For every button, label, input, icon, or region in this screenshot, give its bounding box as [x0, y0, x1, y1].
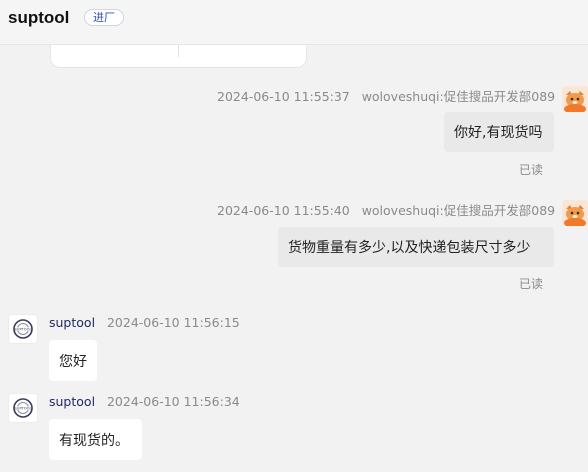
- message-meta: 2024-06-10 11:55:40 woloveshuqi:促佳搜品开发部0…: [217, 200, 555, 219]
- message-sender: suptool: [49, 394, 96, 409]
- message-bubble-incoming[interactable]: 您好: [49, 340, 97, 381]
- message-bubble-incoming[interactable]: 有现货的。: [49, 419, 142, 460]
- read-status: 已读: [519, 163, 544, 177]
- seller-avatar[interactable]: SUPTOOL: [8, 314, 38, 344]
- message-sender: woloveshuqi:促佳搜品开发部089: [361, 203, 556, 218]
- seller-avatar[interactable]: SUPTOOL: [8, 393, 38, 423]
- svg-text:SUPTOOL: SUPTOOL: [15, 328, 32, 332]
- message-timestamp: 2024-06-10 11:55:40: [217, 203, 350, 218]
- cat-avatar-icon: [562, 86, 588, 112]
- read-status: 已读: [519, 277, 544, 291]
- message-bubble-outgoing[interactable]: 货物重量有多少,以及快递包装尺寸多少: [278, 227, 554, 267]
- message-timestamp: 2024-06-10 11:56:34: [106, 394, 240, 409]
- chat-header: suptool 进厂: [0, 0, 588, 45]
- suptool-logo-icon: SUPTOOL: [13, 319, 33, 339]
- message-timestamp: 2024-06-10 11:56:15: [106, 315, 240, 330]
- message-sender: woloveshuqi:促佳搜品开发部089: [361, 89, 556, 104]
- enter-shop-badge[interactable]: 进厂: [84, 9, 124, 26]
- message-timestamp: 2024-06-10 11:55:37: [217, 89, 350, 104]
- chat-title: suptool: [8, 8, 70, 27]
- message-meta: suptool 2024-06-10 11:56:34: [49, 394, 240, 409]
- user-avatar[interactable]: [562, 86, 588, 112]
- user-avatar[interactable]: [562, 200, 588, 226]
- message-meta: 2024-06-10 11:55:37 woloveshuqi:促佳搜品开发部0…: [217, 86, 555, 105]
- message-meta: suptool 2024-06-10 11:56:15: [49, 315, 240, 330]
- message-sender: suptool: [49, 315, 96, 330]
- suptool-logo-icon: SUPTOOL: [13, 398, 33, 418]
- cat-avatar-icon: [562, 200, 588, 226]
- previous-message-card: [50, 45, 307, 68]
- message-bubble-outgoing[interactable]: 你好,有现货吗: [444, 112, 554, 152]
- card-divider: [178, 45, 179, 57]
- svg-text:SUPTOOL: SUPTOOL: [15, 407, 32, 411]
